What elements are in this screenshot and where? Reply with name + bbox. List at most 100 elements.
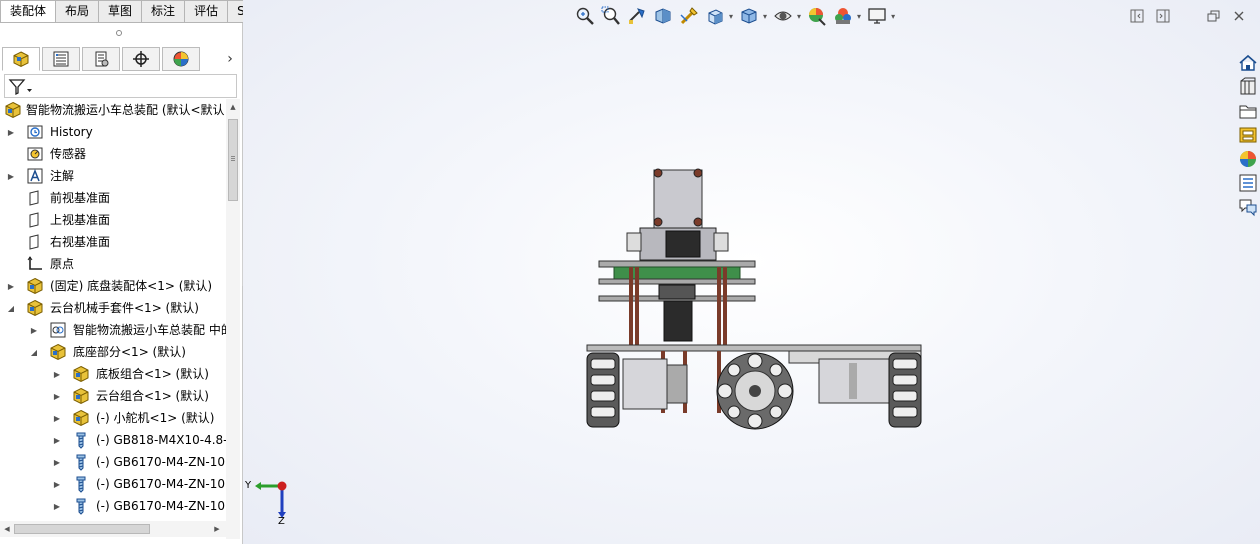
tree-root-label: 智能物流搬运小车总装配 (默认<默认 bbox=[26, 103, 225, 117]
tree-item-label: History bbox=[50, 125, 93, 139]
task-pane-home[interactable] bbox=[1237, 52, 1259, 74]
scroll-thumb[interactable] bbox=[228, 119, 238, 201]
task-pane-appearances[interactable] bbox=[1237, 148, 1259, 170]
tab-featuremanager[interactable] bbox=[2, 47, 40, 71]
tab-command-0[interactable]: 装配体 bbox=[0, 0, 57, 23]
pane-right-icon[interactable] bbox=[1155, 8, 1171, 24]
subassembly-icon bbox=[73, 387, 89, 405]
tree-item-label: (-) GB6170-M4-ZN-10 bbox=[96, 499, 226, 513]
tree-item[interactable]: 原点 bbox=[0, 253, 226, 275]
tree-item[interactable]: ▶ (固定) 底盘装配体<1> (默认) bbox=[0, 275, 226, 297]
tab-dimxpert[interactable] bbox=[122, 47, 160, 71]
tree-item[interactable]: 右视基准面 bbox=[0, 231, 226, 253]
expand-arrow-icon[interactable]: ▶ bbox=[52, 385, 62, 407]
expand-arrow-icon[interactable]: ▶ bbox=[6, 121, 16, 143]
tab-display-manager[interactable] bbox=[162, 47, 200, 71]
zoom-to-fit-btn[interactable] bbox=[573, 4, 597, 28]
task-pane-forum[interactable] bbox=[1237, 196, 1259, 218]
tree-item[interactable]: ▶ 云台组合<1> (默认) bbox=[0, 385, 226, 407]
tab-command-1[interactable]: 布局 bbox=[55, 0, 100, 22]
subassembly-icon bbox=[73, 365, 89, 383]
scroll-left-arrow[interactable]: ◀ bbox=[2, 524, 12, 534]
tree-item[interactable]: ▶ (-) GB6170-M4-ZN-10 bbox=[0, 495, 226, 517]
expand-arrow-icon[interactable]: ▶ bbox=[52, 451, 62, 473]
apply-scene-dropdown-icon[interactable]: ▾ bbox=[857, 12, 861, 21]
propertymanager-icon bbox=[53, 51, 69, 67]
display-style-dropdown-icon[interactable]: ▾ bbox=[763, 12, 767, 21]
tree-item[interactable]: ▶ 注解 bbox=[0, 165, 226, 187]
display-style-icon bbox=[741, 8, 757, 24]
tree-item[interactable]: ◢ 底座部分<1> (默认) bbox=[0, 341, 226, 363]
tree-item[interactable]: 前视基准面 bbox=[0, 187, 226, 209]
close-window-icon[interactable] bbox=[1231, 8, 1247, 24]
expand-arrow-icon[interactable]: ▶ bbox=[52, 363, 62, 385]
dynamic-annotation-icon bbox=[680, 7, 698, 25]
robot-car-model[interactable] bbox=[583, 165, 1260, 435]
tree-item[interactable]: ◢ 云台机械手套件<1> (默认) bbox=[0, 297, 226, 319]
scroll-right-arrow[interactable]: ▶ bbox=[212, 524, 222, 534]
pane-left-icon[interactable] bbox=[1129, 8, 1145, 24]
tree-item-label: (-) GB6170-M4-ZN-10 bbox=[96, 477, 226, 491]
section-view-icon bbox=[655, 8, 671, 24]
tree-item-label: 前视基准面 bbox=[50, 191, 111, 205]
tree-item[interactable]: ▶ (-) 小舵机<1> (默认) bbox=[0, 407, 226, 429]
tree-filter-box[interactable] bbox=[4, 74, 237, 98]
edit-appearance-btn[interactable] bbox=[805, 4, 829, 28]
filter-icon[interactable] bbox=[8, 78, 32, 96]
task-pane-custom-properties[interactable] bbox=[1237, 172, 1259, 194]
restore-window-icon[interactable] bbox=[1205, 8, 1221, 24]
graphics-area[interactable]: ▾ ▾ ▾ ▾ ▾ Y Z bbox=[243, 0, 1260, 544]
zoom-to-area-icon bbox=[601, 6, 620, 25]
screw-part-icon bbox=[76, 454, 86, 471]
view-settings-icon bbox=[868, 8, 886, 24]
scroll-up-arrow[interactable]: ▲ bbox=[228, 102, 238, 112]
expand-arrow-icon[interactable]: ▶ bbox=[6, 275, 16, 297]
tree-root-item[interactable]: 智能物流搬运小车总装配 (默认<默认 bbox=[0, 99, 226, 121]
tree-horizontal-scrollbar[interactable]: ◀ ▶ bbox=[0, 521, 240, 537]
hide-show-items-btn[interactable] bbox=[771, 4, 795, 28]
tree-item[interactable]: ▶ (-) GB6170-M4-ZN-10 bbox=[0, 451, 226, 473]
tab-command-2[interactable]: 草图 bbox=[98, 0, 143, 22]
zoom-to-area-btn[interactable] bbox=[599, 4, 623, 28]
expand-arrow-icon[interactable]: ▶ bbox=[29, 319, 39, 341]
task-pane-file-explorer[interactable] bbox=[1237, 100, 1259, 122]
tree-item[interactable]: 上视基准面 bbox=[0, 209, 226, 231]
panel-tabs-next-arrow[interactable]: › bbox=[222, 47, 238, 71]
tree-item[interactable]: 传感器 bbox=[0, 143, 226, 165]
zoom-to-fit-icon bbox=[576, 7, 594, 25]
collapse-arrow-icon[interactable]: ◢ bbox=[29, 341, 39, 363]
expand-arrow-icon[interactable]: ▶ bbox=[52, 429, 62, 451]
tree-item-label: 原点 bbox=[50, 257, 75, 271]
expand-arrow-icon[interactable]: ▶ bbox=[52, 407, 62, 429]
featuremanager-tree-icon bbox=[13, 51, 29, 68]
previous-view-btn[interactable] bbox=[625, 4, 649, 28]
subassembly-icon bbox=[27, 299, 43, 317]
collapse-arrow-icon[interactable]: ◢ bbox=[6, 297, 16, 319]
panel-grip-handle[interactable] bbox=[116, 30, 122, 36]
task-pane-design-library[interactable] bbox=[1237, 76, 1259, 98]
dynamic-annotation-btn[interactable] bbox=[677, 4, 701, 28]
view-settings-dropdown-icon[interactable]: ▾ bbox=[891, 12, 895, 21]
tree-item[interactable]: ▶ 智能物流搬运小车总装配 中的 bbox=[0, 319, 226, 341]
section-view-btn[interactable] bbox=[651, 4, 675, 28]
view-orientation-btn[interactable] bbox=[703, 4, 727, 28]
tab-command-3[interactable]: 标注 bbox=[141, 0, 186, 22]
tab-configurationmanager[interactable] bbox=[82, 47, 120, 71]
tree-vertical-scrollbar[interactable]: ▲ ▼ bbox=[226, 99, 240, 539]
expand-arrow-icon[interactable]: ▶ bbox=[52, 495, 62, 517]
tab-command-4[interactable]: 评估 bbox=[184, 0, 229, 22]
view-orientation-dropdown-icon[interactable]: ▾ bbox=[729, 12, 733, 21]
task-pane-view-palette[interactable] bbox=[1237, 124, 1259, 146]
view-settings-btn[interactable] bbox=[865, 4, 889, 28]
tree-item[interactable]: ▶ (-) GB6170-M4-ZN-10 bbox=[0, 473, 226, 495]
expand-arrow-icon[interactable]: ▶ bbox=[6, 165, 16, 187]
tree-item[interactable]: ▶ History bbox=[0, 121, 226, 143]
expand-arrow-icon[interactable]: ▶ bbox=[52, 473, 62, 495]
hscroll-thumb[interactable] bbox=[14, 524, 150, 534]
apply-scene-btn[interactable] bbox=[831, 4, 855, 28]
hide-show-dropdown-icon[interactable]: ▾ bbox=[797, 12, 801, 21]
tree-item[interactable]: ▶ (-) GB818-M4X10-4.8- bbox=[0, 429, 226, 451]
display-style-btn[interactable] bbox=[737, 4, 761, 28]
tree-item[interactable]: ▶ 底板组合<1> (默认) bbox=[0, 363, 226, 385]
tab-propertymanager[interactable] bbox=[42, 47, 80, 71]
